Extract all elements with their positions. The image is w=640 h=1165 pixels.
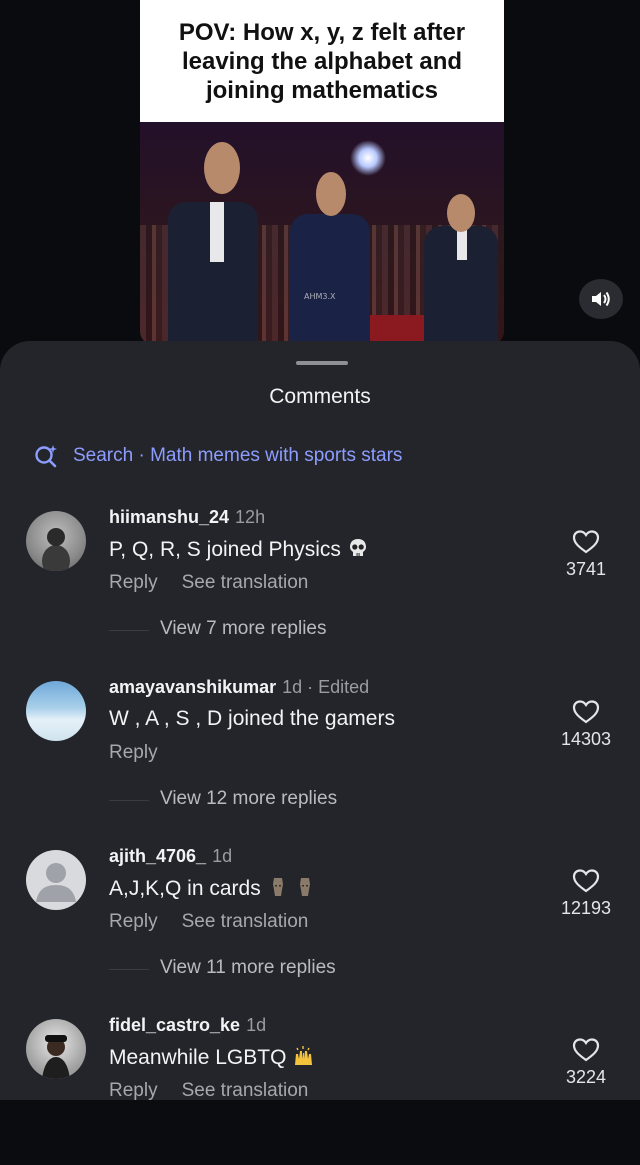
sheet-drag-handle[interactable] (296, 361, 348, 365)
sound-toggle-button[interactable] (579, 279, 623, 319)
person-left-shirt (210, 202, 224, 262)
comment-header: amayavanshikumar 1d · Edited (109, 677, 369, 698)
moai-emoji-icon (300, 878, 311, 896)
comment-username[interactable]: ajith_4706_ (109, 846, 206, 866)
view-more-replies[interactable]: View 11 more replies (160, 957, 336, 979)
avatar[interactable] (26, 511, 86, 571)
view-replies-line (109, 630, 149, 631)
comment-body: A,J,K,Q in cards (109, 877, 261, 900)
sheet-title: Comments (269, 385, 371, 408)
comment-actions: Reply See translation (109, 572, 332, 594)
comment-time: 1d (246, 1015, 267, 1035)
moai-emoji-icon (272, 878, 283, 896)
reply-button[interactable]: Reply (109, 742, 158, 763)
view-replies-line (109, 800, 149, 801)
like-count: 14303 (560, 729, 612, 749)
comment-item: ajith_4706_ 1d A,J,K,Q in cards Reply See … (0, 846, 640, 996)
video-area[interactable]: POV: How x, y, z felt after leaving the … (0, 0, 640, 360)
comment-actions: Reply See translation (109, 911, 332, 933)
speaker-on-icon (592, 291, 610, 307)
see-translation-button[interactable]: See translation (182, 572, 309, 593)
comment-actions: Reply See translation (109, 1080, 332, 1102)
comment-header: ajith_4706_ 1d (109, 846, 232, 867)
comment-header: hiimanshu_24 12h (109, 507, 265, 528)
search-sparkle-icon (35, 445, 57, 468)
avatar[interactable] (26, 1019, 86, 1079)
comment-body: Meanwhile LGBTQ (109, 1046, 287, 1069)
comment-username[interactable]: hiimanshu_24 (109, 507, 229, 527)
person-middle-head (316, 172, 346, 216)
avatar[interactable] (26, 681, 86, 741)
comment-item: fidel_castro_ke 1d Meanwhile LGBTQ Reply S… (0, 1015, 640, 1165)
video-watermark: AHM3.X (304, 292, 336, 301)
comment-item: amayavanshikumar 1d · Edited W , A , S , … (0, 677, 640, 827)
comment-text: W , A , S , D joined the gamers (109, 707, 395, 731)
view-replies-line (109, 969, 149, 970)
search-suggestion-label: Search · Math memes with sports stars (73, 445, 403, 466)
comment-header: fidel_castro_ke 1d (109, 1015, 266, 1036)
reply-button[interactable]: Reply (109, 911, 158, 932)
see-translation-button[interactable]: See translation (182, 1080, 309, 1101)
comment-time: 12h (235, 507, 266, 527)
like-count: 3224 (565, 1067, 607, 1087)
video-caption: POV: How x, y, z felt after leaving the … (140, 0, 504, 122)
comment-item: hiimanshu_24 12h P, Q, R, S joined Physic… (0, 507, 640, 657)
comments-sheet: Comments Search · Math memes with sports… (0, 341, 640, 1101)
like-button[interactable]: 3224 (552, 1037, 620, 1088)
avatar[interactable] (26, 850, 86, 910)
comment-username[interactable]: fidel_castro_ke (109, 1015, 240, 1035)
avatar-photo (42, 1035, 70, 1079)
reply-button[interactable]: Reply (109, 572, 158, 593)
raised-hands-emoji-icon (295, 1046, 313, 1065)
like-button[interactable]: 14303 (552, 699, 620, 750)
person-right-head (447, 194, 475, 232)
comment-actions: Reply (109, 742, 182, 764)
like-count: 3741 (565, 559, 607, 579)
skull-emoji-icon (349, 539, 366, 556)
comment-username[interactable]: amayavanshikumar (109, 677, 276, 697)
heart-icon (572, 869, 600, 893)
reply-button[interactable]: Reply (109, 1080, 158, 1101)
search-suggestion[interactable]: Search · Math memes with sports stars (33, 443, 402, 469)
like-button[interactable]: 3741 (552, 529, 620, 580)
person-left-head (204, 142, 240, 194)
stage-light (350, 140, 386, 176)
video-frame: AHM3.X (140, 122, 504, 345)
heart-icon (572, 530, 600, 554)
avatar-photo (42, 528, 70, 571)
view-more-replies[interactable]: View 7 more replies (160, 618, 327, 640)
video-player[interactable]: POV: How x, y, z felt after leaving the … (140, 0, 504, 345)
default-avatar-icon (36, 863, 76, 902)
comment-time: 1d · Edited (282, 677, 370, 697)
comment-body: W , A , S , D joined the gamers (109, 707, 395, 730)
view-more-replies[interactable]: View 12 more replies (160, 788, 337, 810)
like-button[interactable]: 12193 (552, 868, 620, 919)
person-middle (290, 214, 370, 345)
comment-body: P, Q, R, S joined Physics (109, 538, 341, 561)
comment-text: A,J,K,Q in cards (109, 876, 316, 901)
see-translation-button[interactable]: See translation (182, 911, 309, 932)
like-count: 12193 (560, 898, 612, 918)
comment-time: 1d (212, 846, 233, 866)
heart-icon (572, 700, 600, 724)
heart-icon (572, 1038, 600, 1062)
comment-text: P, Q, R, S joined Physics (109, 537, 369, 562)
comment-text: Meanwhile LGBTQ (109, 1045, 314, 1070)
